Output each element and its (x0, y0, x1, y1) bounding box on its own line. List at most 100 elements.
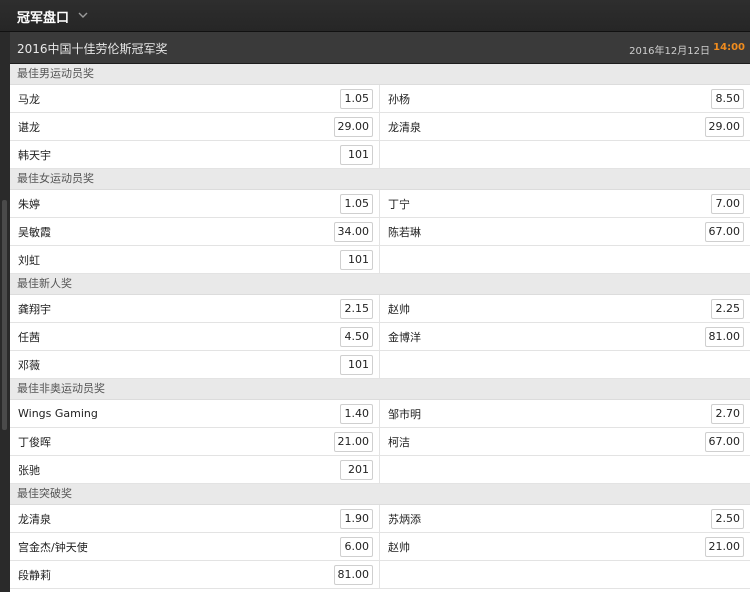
odds-button[interactable]: 34.00 (333, 221, 373, 242)
selection-cell[interactable]: Wings Gaming 1.40 (10, 400, 380, 427)
selection-cell[interactable]: 宫金杰/钟天使 6.00 (10, 533, 380, 560)
selection-cell[interactable]: 任茜 4.50 (10, 323, 380, 350)
event-time: 14:00 (713, 42, 745, 53)
selection-cell[interactable]: 邹市明 2.70 (380, 400, 750, 427)
selection-cell[interactable]: 龚翔宇 2.15 (10, 295, 380, 322)
selection-cell[interactable]: 丁俊晖 21.00 (10, 428, 380, 455)
selection-cell[interactable]: 陈若琳 67.00 (380, 218, 750, 245)
selection-cell[interactable]: 丁宁 7.00 (380, 190, 750, 217)
selection-cell[interactable]: 孙杨 8.50 (380, 85, 750, 112)
selection-cell[interactable]: 苏炳添 2.50 (380, 505, 750, 532)
empty-cell (380, 351, 750, 378)
selection-cell[interactable]: 马龙 1.05 (10, 85, 380, 112)
selection-row: 韩天宇 101 (10, 141, 750, 169)
selection-name: 邓薇 (18, 358, 40, 372)
odds-button[interactable]: 29.00 (704, 116, 744, 137)
selection-cell[interactable]: 邓薇 101 (10, 351, 380, 378)
selection-cell[interactable]: 朱婷 1.05 (10, 190, 380, 217)
selection-cell[interactable]: 段静莉 81.00 (10, 561, 380, 588)
selection-row: Wings Gaming 1.40 邹市明 2.70 (10, 400, 750, 428)
odds-button[interactable]: 8.50 (711, 88, 744, 109)
section-header: 最佳突破奖 (10, 484, 750, 505)
selection-cell[interactable]: 柯洁 67.00 (380, 428, 750, 455)
odds-button[interactable]: 2.25 (711, 298, 744, 319)
selection-name: 任茜 (18, 330, 40, 344)
selection-row: 宫金杰/钟天使 6.00 赵帅 21.00 (10, 533, 750, 561)
selection-row: 任茜 4.50 金博洋 81.00 (10, 323, 750, 351)
odds-button[interactable]: 21.00 (704, 536, 744, 557)
selection-cell[interactable]: 谌龙 29.00 (10, 113, 380, 140)
selection-cell[interactable]: 龙清泉 1.90 (10, 505, 380, 532)
selection-name: 韩天宇 (18, 148, 51, 162)
odds-button[interactable]: 4.50 (340, 326, 373, 347)
selection-cell[interactable]: 韩天宇 101 (10, 141, 380, 168)
selection-name: 谌龙 (18, 120, 40, 134)
selection-cell[interactable]: 刘虹 101 (10, 246, 380, 273)
selection-row: 刘虹 101 (10, 246, 750, 274)
selection-name: 宫金杰/钟天使 (18, 540, 88, 554)
section-header: 最佳非奥运动员奖 (10, 379, 750, 400)
odds-button[interactable]: 1.40 (340, 403, 373, 424)
odds-button[interactable]: 1.90 (340, 508, 373, 529)
selection-row: 丁俊晖 21.00 柯洁 67.00 (10, 428, 750, 456)
top-bar: 冠军盘口 (0, 0, 750, 32)
section-header: 最佳女运动员奖 (10, 169, 750, 190)
empty-cell (380, 456, 750, 483)
selection-name: 段静莉 (18, 568, 51, 582)
scrollbar-thumb[interactable] (2, 200, 7, 430)
odds-button[interactable]: 1.05 (340, 193, 373, 214)
selection-row: 马龙 1.05 孙杨 8.50 (10, 85, 750, 113)
odds-button[interactable]: 1.05 (340, 88, 373, 109)
selection-cell[interactable]: 龙清泉 29.00 (380, 113, 750, 140)
chevron-down-icon[interactable] (77, 9, 89, 21)
market-title[interactable]: 冠军盘口 (17, 7, 69, 26)
selection-name: 丁宁 (388, 197, 410, 211)
empty-cell (380, 141, 750, 168)
selection-name: 龙清泉 (388, 120, 421, 134)
odds-button[interactable]: 101 (340, 354, 373, 375)
odds-button[interactable]: 101 (340, 144, 373, 165)
odds-button[interactable]: 81.00 (704, 326, 744, 347)
odds-button[interactable]: 29.00 (333, 116, 373, 137)
odds-button[interactable]: 81.00 (333, 564, 373, 585)
selection-row: 朱婷 1.05 丁宁 7.00 (10, 190, 750, 218)
selection-name: 邹市明 (388, 407, 421, 421)
selection-row: 邓薇 101 (10, 351, 750, 379)
odds-button[interactable]: 21.00 (333, 431, 373, 452)
section-header: 最佳男运动员奖 (10, 64, 750, 85)
selection-name: 陈若琳 (388, 225, 421, 239)
selection-cell[interactable]: 金博洋 81.00 (380, 323, 750, 350)
odds-button[interactable]: 7.00 (711, 193, 744, 214)
selection-row: 吴敏霞 34.00 陈若琳 67.00 (10, 218, 750, 246)
selection-name: 马龙 (18, 92, 40, 106)
selection-row: 段静莉 81.00 (10, 561, 750, 589)
selection-cell[interactable]: 赵帅 2.25 (380, 295, 750, 322)
section-header: 最佳新人奖 (10, 274, 750, 295)
selection-cell[interactable]: 赵帅 21.00 (380, 533, 750, 560)
selection-name: 吴敏霞 (18, 225, 51, 239)
empty-cell (380, 561, 750, 588)
left-scroll-track (0, 32, 10, 592)
selection-name: 金博洋 (388, 330, 421, 344)
odds-button[interactable]: 201 (340, 459, 373, 480)
selection-name: 朱婷 (18, 197, 40, 211)
selection-name: 张驰 (18, 463, 40, 477)
selection-cell[interactable]: 吴敏霞 34.00 (10, 218, 380, 245)
odds-button[interactable]: 67.00 (704, 221, 744, 242)
selection-name: 龙清泉 (18, 512, 51, 526)
odds-button[interactable]: 101 (340, 249, 373, 270)
odds-button[interactable]: 2.15 (340, 298, 373, 319)
odds-button[interactable]: 67.00 (704, 431, 744, 452)
selection-cell[interactable]: 张驰 201 (10, 456, 380, 483)
odds-button[interactable]: 2.70 (711, 403, 744, 424)
selection-row: 张驰 201 (10, 456, 750, 484)
odds-button[interactable]: 6.00 (340, 536, 373, 557)
selection-name: 刘虹 (18, 253, 40, 267)
selection-name: 赵帅 (388, 302, 410, 316)
event-date: 2016年12月12日 (629, 46, 710, 57)
selection-name: 苏炳添 (388, 512, 421, 526)
odds-button[interactable]: 2.50 (711, 508, 744, 529)
selection-row: 龙清泉 1.90 苏炳添 2.50 (10, 505, 750, 533)
event-header: 2016中国十佳劳伦斯冠军奖 2016年12月12日 14:00 (10, 32, 750, 64)
event-name: 2016中国十佳劳伦斯冠军奖 (17, 42, 168, 56)
